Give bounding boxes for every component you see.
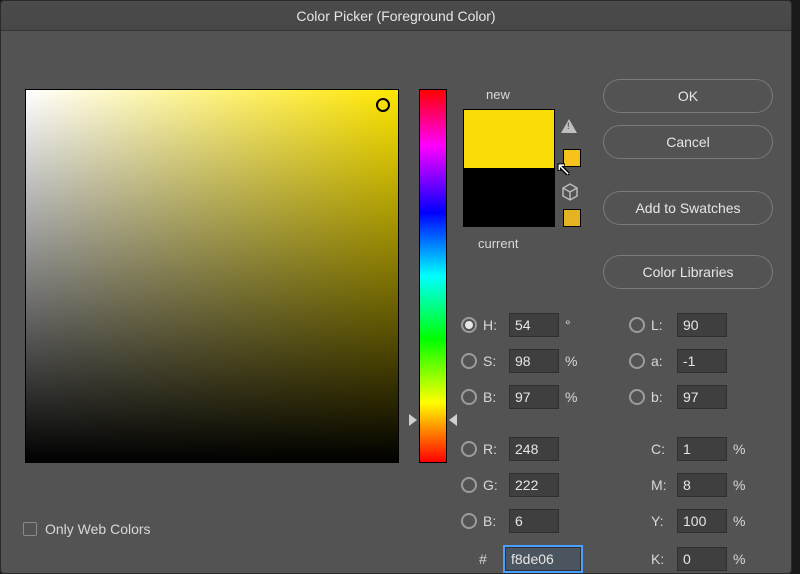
y-unit: % <box>733 513 747 529</box>
g-input[interactable] <box>509 473 559 497</box>
y-input[interactable] <box>677 509 727 533</box>
k-input[interactable] <box>677 547 727 571</box>
k-row: K: % <box>629 547 747 571</box>
hue-pointer-right-icon[interactable] <box>449 414 457 426</box>
sb-pointer-icon[interactable] <box>376 98 390 112</box>
c-unit: % <box>733 441 747 457</box>
current-color-swatch[interactable] <box>464 168 554 226</box>
dialog-content: new current ↖ OK Cancel Add to Swatches … <box>1 31 791 67</box>
m-row: M: % <box>629 473 747 497</box>
g-row: G: <box>461 473 559 497</box>
only-web-colors-label: Only Web Colors <box>45 521 151 537</box>
b-lab-input[interactable] <box>677 385 727 409</box>
gamut-warning-icon[interactable] <box>561 119 577 133</box>
color-preview <box>463 109 555 227</box>
s-input[interactable] <box>509 349 559 373</box>
b-lab-label: b: <box>651 389 671 405</box>
hue-slider[interactable] <box>419 89 447 463</box>
dialog-title: Color Picker (Foreground Color) <box>296 8 495 24</box>
color-libraries-button[interactable]: Color Libraries <box>603 255 773 289</box>
b-rgb-row: B: <box>461 509 559 533</box>
s-label: S: <box>483 353 503 369</box>
hex-input[interactable] <box>505 547 581 571</box>
hex-row: # <box>479 547 581 571</box>
cancel-button[interactable]: Cancel <box>603 125 773 159</box>
c-label: C: <box>651 441 671 457</box>
add-to-swatches-button[interactable]: Add to Swatches <box>603 191 773 225</box>
a-label: a: <box>651 353 671 369</box>
r-row: R: <box>461 437 559 461</box>
current-color-label: current <box>478 236 518 251</box>
b-lab-radio[interactable] <box>629 389 645 405</box>
b-hsb-unit: % <box>565 389 579 405</box>
b-hsb-label: B: <box>483 389 503 405</box>
l-label: L: <box>651 317 671 333</box>
c-row: C: % <box>629 437 747 461</box>
s-unit: % <box>565 353 579 369</box>
r-input[interactable] <box>509 437 559 461</box>
websafe-warning-swatch[interactable] <box>563 209 581 227</box>
r-radio[interactable] <box>461 441 477 457</box>
l-input[interactable] <box>677 313 727 337</box>
b-hsb-row: B: % <box>461 385 579 409</box>
y-label: Y: <box>651 513 671 529</box>
new-color-label: new <box>486 87 510 102</box>
h-radio[interactable] <box>461 317 477 333</box>
k-label: K: <box>651 551 671 567</box>
color-picker-dialog: Color Picker (Foreground Color) new curr… <box>0 0 792 574</box>
b-rgb-label: B: <box>483 513 503 529</box>
s-radio[interactable] <box>461 353 477 369</box>
b-rgb-radio[interactable] <box>461 513 477 529</box>
l-row: L: <box>629 313 727 337</box>
only-web-colors-option[interactable]: Only Web Colors <box>23 521 151 537</box>
y-row: Y: % <box>629 509 747 533</box>
g-radio[interactable] <box>461 477 477 493</box>
saturation-brightness-field[interactable] <box>25 89 399 463</box>
h-row: H: ° <box>461 313 579 337</box>
m-label: M: <box>651 477 671 493</box>
b-hsb-radio[interactable] <box>461 389 477 405</box>
b-hsb-input[interactable] <box>509 385 559 409</box>
a-input[interactable] <box>677 349 727 373</box>
gamut-warning-swatch[interactable] <box>563 149 581 167</box>
ok-button[interactable]: OK <box>603 79 773 113</box>
m-input[interactable] <box>677 473 727 497</box>
b-lab-row: b: <box>629 385 727 409</box>
only-web-colors-checkbox[interactable] <box>23 522 37 536</box>
s-row: S: % <box>461 349 579 373</box>
l-radio[interactable] <box>629 317 645 333</box>
h-label: H: <box>483 317 503 333</box>
dialog-titlebar[interactable]: Color Picker (Foreground Color) <box>1 1 791 31</box>
r-label: R: <box>483 441 503 457</box>
b-rgb-input[interactable] <box>509 509 559 533</box>
c-input[interactable] <box>677 437 727 461</box>
a-row: a: <box>629 349 727 373</box>
websafe-warning-icon[interactable] <box>561 183 579 201</box>
hue-pointer-left-icon[interactable] <box>409 414 417 426</box>
hex-label: # <box>479 551 499 567</box>
a-radio[interactable] <box>629 353 645 369</box>
h-input[interactable] <box>509 313 559 337</box>
h-unit: ° <box>565 317 579 333</box>
k-unit: % <box>733 551 747 567</box>
g-label: G: <box>483 477 503 493</box>
new-color-swatch[interactable] <box>464 110 554 168</box>
m-unit: % <box>733 477 747 493</box>
